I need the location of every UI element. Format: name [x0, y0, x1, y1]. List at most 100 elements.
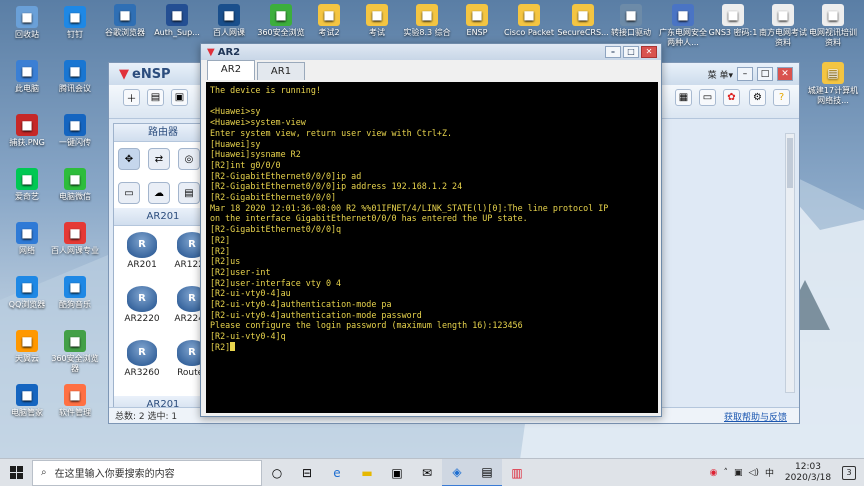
recycle-bin-icon: ■ [16, 6, 38, 28]
terminal-line: Please configure the login password (max… [210, 320, 523, 331]
left-icon-2[interactable]: ■ 捕获.PNG [0, 114, 54, 148]
top-icon-8[interactable]: ■ Cisco Packet [502, 4, 556, 38]
volume-icon[interactable]: ◁) [749, 468, 759, 478]
security-tray-icon[interactable]: ◉ [710, 468, 718, 478]
second-icon-7[interactable]: ■ 软件管理 [48, 384, 102, 418]
start-button[interactable] [0, 459, 32, 486]
left-icon-1[interactable]: ■ 此电脑 [0, 60, 54, 94]
left-icon-7[interactable]: ■ 电脑管家 [0, 384, 54, 418]
ensp-taskbar-icon[interactable]: ◈ [442, 458, 472, 486]
canvas-scrollbar[interactable] [785, 133, 795, 393]
terminal-output[interactable]: The device is running! <Huawei>sy <Huawei>… [206, 82, 658, 413]
clock[interactable]: 12:03 2020/3/18 [780, 462, 836, 484]
top-icon-5[interactable]: ■ 考试 [350, 4, 404, 38]
top-icon-14[interactable]: ■ 电网视讯培训资料 [806, 4, 860, 48]
console-close-button[interactable]: ✕ [641, 46, 657, 58]
app-taskbar-icon[interactable]: ▥ [502, 459, 532, 486]
top-icon-2[interactable]: ■ 百人网课 [202, 4, 256, 38]
desktop-icon-label: 360安全浏览 [257, 28, 305, 37]
edge-icon[interactable]: e [322, 459, 352, 486]
maximize-button[interactable]: □ [757, 67, 773, 81]
notification-icon[interactable]: 3 [842, 465, 856, 480]
left-icon-5[interactable]: ■ QQ浏览器 [0, 276, 54, 310]
console-taskbar-icon[interactable]: ▤ [472, 458, 502, 486]
help-feedback-link[interactable]: 获取帮助与反馈 [724, 410, 787, 423]
desktop-icon-label: 百人网课专业 [51, 246, 99, 255]
second-icon-4[interactable]: ■ 百人网课专业 [48, 222, 102, 256]
console-window[interactable]: ▼ AR2 – □ ✕ AR2 AR1 The device is running… [200, 43, 662, 417]
top-icon-1[interactable]: ■ Auth_Sup... [150, 4, 204, 38]
menu-button[interactable]: 菜 单▾ [708, 68, 733, 81]
top-icon-0[interactable]: ■ 谷歌浏览器 [98, 4, 152, 38]
top-icon-6[interactable]: ■ 实验8.3 综合 [400, 4, 454, 38]
image-file-icon: ■ [16, 114, 38, 136]
close-button[interactable]: ✕ [777, 67, 793, 81]
tencent-meeting-icon: ■ [64, 60, 86, 82]
file-explorer-icon[interactable]: ▬ [352, 459, 382, 486]
top-icon-3[interactable]: ■ 360安全浏览 [254, 4, 308, 38]
left-icon-4[interactable]: ■ 网络 [0, 222, 54, 256]
save-icon[interactable]: ▣ [171, 89, 188, 106]
minimize-button[interactable]: – [737, 67, 753, 81]
second-icon-5[interactable]: ■ 酷狗音乐 [48, 276, 102, 310]
top-icon-9[interactable]: ■ SecureCRS... [556, 4, 610, 38]
up-arrow-icon[interactable]: ˄ [724, 468, 729, 478]
terminal-line: [R2]us [210, 256, 241, 267]
device-item[interactable]: R AR201 [118, 232, 166, 270]
wireless-category-icon[interactable]: ◎ [178, 148, 200, 170]
top-icon-13[interactable]: ■ 南方电网考试资料 [756, 4, 810, 48]
second-icon-2[interactable]: ■ 一键闪传 [48, 114, 102, 148]
terminal-line: [R2]int g0/0/0 [210, 159, 281, 170]
second-icon-6[interactable]: ■ 360安全浏览器 [48, 330, 102, 374]
left-icon-0[interactable]: ■ 回收站 [0, 6, 54, 40]
left-icon-6[interactable]: ■ 天翼云 [0, 330, 54, 364]
terminal-line: [R2-GigabitEthernet0/0/0]q [210, 224, 342, 235]
desktop-icon-label: 捕获.PNG [9, 138, 45, 147]
top-icon-11[interactable]: ■ 广东电网安全 两种人... [656, 4, 710, 48]
open-file-icon[interactable]: ▤ [147, 89, 164, 106]
second-icon-3[interactable]: ■ 电脑微信 [48, 168, 102, 202]
network-tray-icon[interactable]: ▣ [734, 468, 743, 478]
search-box[interactable]: ⌕ 在这里输入你要搜索的内容 [32, 459, 262, 486]
cloud-category-icon[interactable]: ☁ [148, 182, 170, 204]
huawei-icon[interactable]: ✿ [723, 89, 740, 106]
store-icon[interactable]: ▣ [382, 459, 412, 486]
category-header: 路由器 [114, 124, 212, 142]
chat-icon[interactable]: ▭ [699, 89, 716, 106]
console-minimize-button[interactable]: – [605, 46, 621, 58]
settings-icon[interactable]: ⚙ [749, 89, 766, 106]
console-maximize-button[interactable]: □ [623, 46, 639, 58]
folder-icon: ■ [366, 4, 388, 26]
cloud-app-icon: ■ [16, 330, 38, 352]
second-icon-0[interactable]: ■ 钉钉 [48, 6, 102, 40]
new-topology-icon[interactable]: ＋ [123, 89, 140, 106]
screenshot-icon[interactable]: ▦ [675, 89, 692, 106]
top-icon-7[interactable]: ■ ENSP [450, 4, 504, 38]
second-icon-1[interactable]: ■ 腾讯会议 [48, 60, 102, 94]
computer-icon: ■ [16, 60, 38, 82]
timeline-icon[interactable]: ⊟ [292, 459, 322, 486]
firewall-category-icon[interactable]: ▤ [178, 182, 200, 204]
left-icon-3[interactable]: ■ 爱奇艺 [0, 168, 54, 202]
device-item[interactable]: R AR2220 [118, 286, 166, 324]
router-category-icon[interactable]: ✥ [118, 148, 140, 170]
mail-icon[interactable]: ✉ [412, 459, 442, 486]
terminal-line: [R2]user-int [210, 266, 271, 277]
switch-category-icon[interactable]: ⇄ [148, 148, 170, 170]
software-manager-icon: ■ [64, 384, 86, 406]
desktop-icon-right-folder[interactable]: ▤ 城建17计算机网络技... [804, 62, 862, 106]
device-item[interactable]: R AR3260 [118, 340, 166, 378]
input-method[interactable]: 中 [765, 466, 774, 479]
console-titlebar[interactable]: ▼ AR2 – □ ✕ [201, 44, 661, 60]
top-icon-12[interactable]: ■ GNS3 密码:1 [706, 4, 760, 38]
top-icon-4[interactable]: ■ 考试2 [302, 4, 356, 38]
help-icon[interactable]: ? [773, 89, 790, 106]
console-tab-ar1[interactable]: AR1 [257, 62, 305, 80]
console-tab-ar2[interactable]: AR2 [207, 60, 255, 80]
top-icon-10[interactable]: ■ 转接口驱动 [604, 4, 658, 38]
task-view-icon[interactable]: ○ [262, 459, 292, 486]
desktop-icon-label: 一键闪传 [59, 138, 91, 147]
terminal-line: [R2-ui-vty0-4]authentication-mode pa [210, 299, 392, 310]
pc-category-icon[interactable]: ▭ [118, 182, 140, 204]
